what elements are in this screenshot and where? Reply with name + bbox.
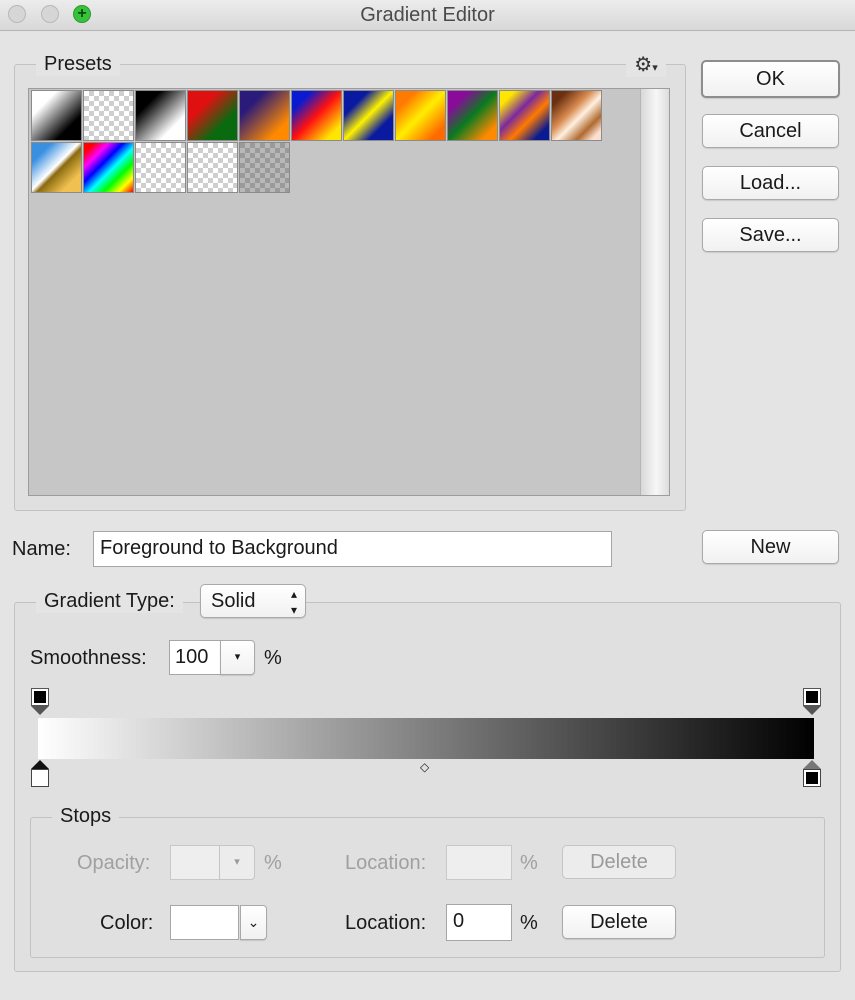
preset-violet-green-orange[interactable] [447,90,498,141]
up-down-chevron-icon: ▴ ▾ [290,587,297,617]
preset-violet-orange[interactable] [239,90,290,141]
presets-scrollbar[interactable] [640,89,669,495]
gradient-preview-bar[interactable] [38,718,814,759]
name-input[interactable]: Foreground to Background [93,531,612,567]
cancel-button[interactable]: Cancel [702,114,839,148]
opacity-unit: % [264,852,282,874]
name-label: Name: [12,538,71,560]
preset-foreground-to-transparent[interactable] [83,90,134,141]
window-title: Gradient Editor [360,4,495,26]
ok-button[interactable]: OK [701,60,840,98]
preset-transparent-stripes[interactable] [187,142,238,193]
opacity-input[interactable] [170,845,220,880]
color-location-unit: % [520,912,538,934]
save-button[interactable]: Save... [702,218,839,252]
color-label: Color: [100,912,154,934]
title-bar: + Gradient Editor [0,0,855,31]
opacity-dropdown-icon[interactable]: ▾ [219,845,255,880]
preset-red-green[interactable] [187,90,238,141]
stops-label: Stops [52,805,120,828]
preset-foreground-to-background[interactable] [31,90,82,141]
load-button[interactable]: Load... [702,166,839,200]
color-location-label: Location: [345,912,427,934]
color-dropdown-icon[interactable]: ⌄ [240,905,267,940]
opacity-location-label: Location: [345,852,427,874]
new-button[interactable]: New [702,530,839,564]
gradient-type-select[interactable]: Solid ▴ ▾ [200,584,306,618]
presets-grid [28,88,670,496]
opacity-stop-left[interactable] [31,688,49,716]
stops-group [30,817,825,958]
opacity-label: Opacity: [77,852,151,874]
preset-chrome[interactable] [31,142,82,193]
opacity-delete-button[interactable]: Delete [562,845,676,879]
preset-orange-yellow-orange[interactable] [395,90,446,141]
preset-black-white[interactable] [135,90,186,141]
preset-transparent-rainbow[interactable] [135,142,186,193]
color-swatch[interactable] [170,905,239,940]
color-delete-button[interactable]: Delete [562,905,676,939]
color-stop-right[interactable] [803,760,821,788]
color-location-input[interactable]: 0 [446,904,512,941]
preset-blue-red-yellow[interactable] [291,90,342,141]
preset-yellow-violet-orange-blue[interactable] [499,90,550,141]
opacity-location-input[interactable] [446,845,512,880]
opacity-location-unit: % [520,852,538,874]
opacity-stop-right[interactable] [803,688,821,716]
gradient-type-label: Gradient Type: [36,590,183,613]
color-stop-left[interactable] [31,760,49,788]
preset-copper[interactable] [551,90,602,141]
smoothness-input[interactable]: 100 [169,640,221,675]
gear-menu-icon[interactable]: ⚙▾ [626,52,666,77]
smoothness-unit: % [264,647,282,669]
smoothness-dropdown-icon[interactable]: ▾ [220,640,255,675]
preset-blue-yellow-blue[interactable] [343,90,394,141]
midpoint-diamond-icon[interactable]: ◇ [420,760,429,774]
smoothness-label: Smoothness: [30,647,147,669]
preset-neutral-density[interactable] [239,142,290,193]
presets-label: Presets [36,53,120,76]
preset-spectrum[interactable] [83,142,134,193]
gradient-type-value: Solid [211,590,256,612]
